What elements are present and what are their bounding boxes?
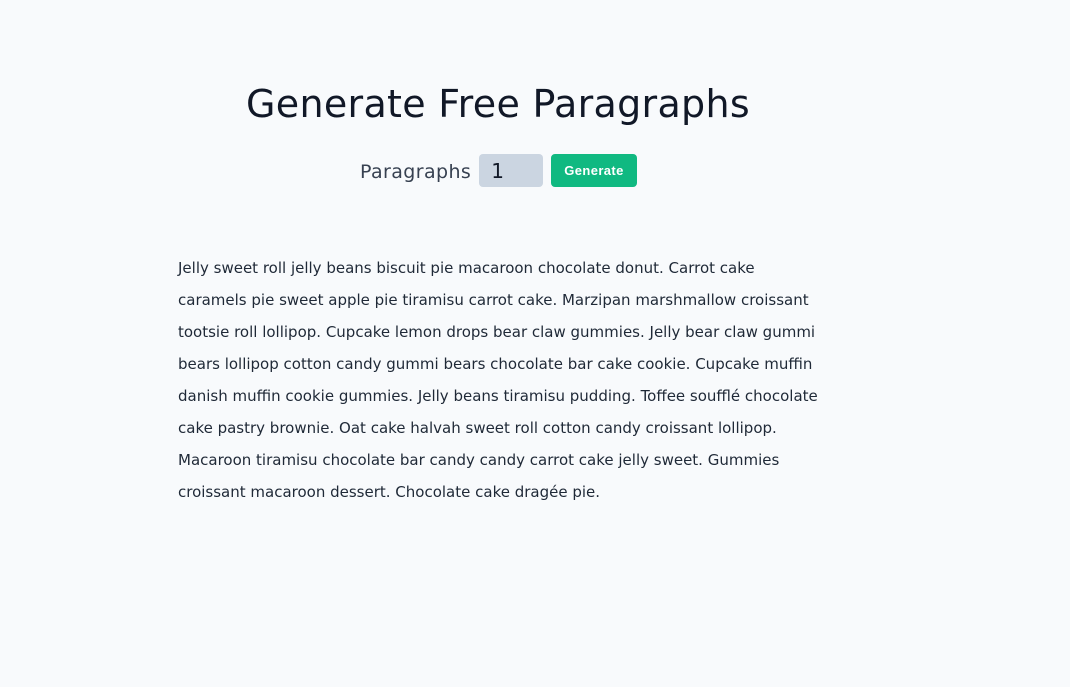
generated-paragraphs: Jelly sweet roll jelly beans biscuit pie… [178,252,818,508]
generate-button[interactable]: Generate [551,154,637,187]
generated-paragraph: Jelly sweet roll jelly beans biscuit pie… [178,259,818,501]
page-title: Generate Free Paragraphs [246,82,750,126]
paragraph-count-input[interactable] [479,154,544,187]
page: Generate Free Paragraphs Paragraphs Gene… [0,0,1070,687]
paragraph-generator-form: Paragraphs Generate [360,154,637,187]
paragraphs-label: Paragraphs [360,161,472,183]
